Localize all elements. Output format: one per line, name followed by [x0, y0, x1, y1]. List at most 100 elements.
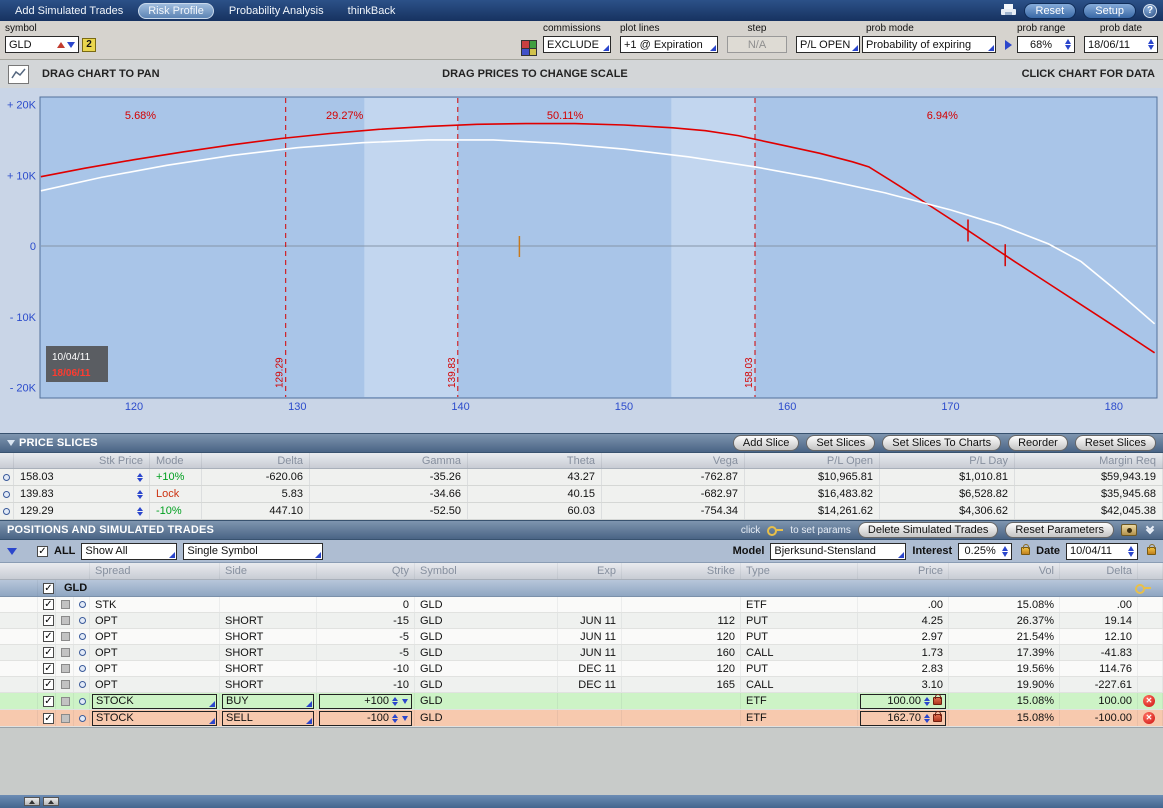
position-row[interactable]: ✓STK0GLDETF.0015.08%.00 [0, 597, 1163, 613]
collapse-positions-section-icon[interactable] [1144, 523, 1156, 537]
simulated-trade-row[interactable]: ✓STOCKBUY+100GLDETF100.0015.08%100.00✕ [0, 693, 1163, 710]
column-header-symbol[interactable]: Symbol [415, 563, 558, 579]
symbol-mode-dropdown[interactable]: Single Symbol [183, 543, 323, 560]
model-dropdown[interactable]: Bjerksund-Stensland [770, 543, 906, 560]
x-axis-label[interactable]: 180 [1105, 401, 1123, 413]
price-lock-icon[interactable] [933, 697, 942, 705]
collapse-positions-icon[interactable] [7, 548, 17, 555]
tab-probability-analysis[interactable]: Probability Analysis [220, 3, 333, 19]
slice-mode[interactable]: Lock [150, 486, 202, 502]
x-axis-label[interactable]: 170 [941, 401, 959, 413]
spinner-icon[interactable] [998, 546, 1008, 557]
price-spinner[interactable]: 100.00 [860, 694, 946, 709]
column-header-vol[interactable]: Vol [949, 563, 1060, 579]
qty-spinner[interactable]: +100 [319, 694, 412, 709]
y-axis-label[interactable]: + 20K [7, 100, 37, 112]
side-dropdown[interactable]: BUY [222, 694, 314, 709]
row-checkbox[interactable]: ✓ [43, 696, 54, 707]
spread-dropdown[interactable]: STOCK [92, 694, 217, 709]
spin-up-icon[interactable] [1002, 546, 1008, 551]
setup-button[interactable]: Setup [1083, 3, 1136, 19]
set-slices-button[interactable]: Set Slices [806, 435, 875, 451]
print-icon[interactable] [1000, 4, 1017, 17]
layout-grid-icon[interactable] [521, 40, 537, 56]
column-header-exp[interactable]: Exp [558, 563, 622, 579]
slice-mode[interactable]: +10% [150, 469, 202, 485]
slice-stk-price-spinner[interactable]: 139.83 [14, 486, 150, 502]
spin-down-icon[interactable] [392, 719, 398, 723]
spin-down-icon[interactable] [1065, 45, 1071, 50]
column-header-stk-price[interactable]: Stk Price [14, 453, 150, 468]
column-header-side[interactable]: Side [220, 563, 317, 579]
interest-spinner[interactable]: 0.25% [958, 543, 1012, 560]
column-header-p-l-day[interactable]: P/L Day [880, 453, 1015, 468]
spinner-icon[interactable] [924, 697, 930, 706]
spin-up-icon[interactable] [1148, 39, 1154, 44]
column-header-strike[interactable]: Strike [622, 563, 741, 579]
spin-down-icon[interactable] [392, 702, 398, 706]
row-checkbox[interactable]: ✓ [43, 679, 54, 690]
date-lock-icon[interactable] [1147, 547, 1156, 555]
column-header-theta[interactable]: Theta [468, 453, 602, 468]
risk-profile-chart[interactable]: 129.29139.83158.035.68%29.27%50.11%6.94%… [0, 88, 1163, 433]
row-checkbox[interactable]: ✓ [43, 599, 54, 610]
row-checkbox[interactable]: ✓ [43, 663, 54, 674]
spin-down-icon[interactable] [924, 702, 930, 706]
tab-add-simulated-trades[interactable]: Add Simulated Trades [6, 3, 132, 19]
model-date-spinner[interactable]: 10/04/11 [1066, 543, 1138, 560]
column-header-delta[interactable]: Delta [1060, 563, 1138, 579]
spin-down-icon[interactable] [137, 495, 143, 499]
y-axis-label[interactable]: - 10K [10, 312, 37, 324]
position-row[interactable]: ✓OPTSHORT-5GLDJUN 11160CALL1.7317.39%-41… [0, 645, 1163, 661]
expand-panel-icon[interactable] [1005, 40, 1012, 50]
symbol-updown-icon[interactable] [53, 42, 75, 48]
spin-up-icon[interactable] [1128, 546, 1134, 551]
symbol-up-icon[interactable] [57, 42, 65, 48]
spin-up-icon[interactable] [924, 714, 930, 718]
snapshot-icon[interactable] [1121, 524, 1137, 536]
position-row[interactable]: ✓OPTSHORT-5GLDJUN 11120PUT2.9721.54%12.1… [0, 629, 1163, 645]
spinner-icon[interactable] [1124, 546, 1134, 557]
delete-simulated-trades-button[interactable]: Delete Simulated Trades [858, 522, 998, 538]
spinner-icon[interactable] [392, 714, 398, 723]
column-header-type[interactable]: Type [741, 563, 858, 579]
pl-open-dropdown[interactable]: P/L OPEN [796, 36, 860, 53]
tab-thinkback[interactable]: thinkBack [339, 3, 405, 19]
column-header-price[interactable]: Price [858, 563, 949, 579]
row-checkbox[interactable]: ✓ [43, 713, 54, 724]
splitter-up-button[interactable] [24, 797, 40, 806]
qty-dropdown-icon[interactable] [402, 716, 408, 721]
symbol-dropdown[interactable]: GLD [5, 36, 79, 53]
reorder-button[interactable]: Reorder [1008, 435, 1068, 451]
spin-down-icon[interactable] [137, 512, 143, 516]
spin-up-icon[interactable] [137, 490, 143, 494]
splitter-up-button-2[interactable] [43, 797, 59, 806]
x-axis-label[interactable]: 140 [451, 401, 469, 413]
x-axis-label[interactable]: 160 [778, 401, 796, 413]
spin-up-icon[interactable] [392, 714, 398, 718]
delete-trade-icon[interactable]: ✕ [1143, 712, 1155, 724]
spinner-icon[interactable] [133, 490, 143, 499]
spin-up-icon[interactable] [137, 473, 143, 477]
help-icon[interactable]: ? [1143, 4, 1157, 18]
column-header-mode[interactable]: Mode [150, 453, 202, 468]
position-group-row[interactable]: ✓GLD [0, 580, 1163, 597]
column-header-p-l-open[interactable]: P/L Open [745, 453, 880, 468]
spin-up-icon[interactable] [924, 697, 930, 701]
group-set-params-icon[interactable] [1135, 583, 1151, 593]
slice-stk-price-spinner[interactable]: 129.29 [14, 503, 150, 519]
link-group-badge[interactable]: 2 [82, 38, 96, 52]
reset-parameters-button[interactable]: Reset Parameters [1005, 522, 1114, 538]
position-row[interactable]: ✓OPTSHORT-10GLDDEC 11165CALL3.1019.90%-2… [0, 677, 1163, 693]
row-checkbox[interactable]: ✓ [43, 647, 54, 658]
position-row[interactable]: ✓OPTSHORT-10GLDDEC 11120PUT2.8319.56%114… [0, 661, 1163, 677]
column-header-margin-req[interactable]: Margin Req [1015, 453, 1163, 468]
prob-range-spinner[interactable]: 68% [1017, 36, 1075, 53]
spinner-icon[interactable] [1144, 39, 1154, 50]
collapse-price-slices-icon[interactable] [7, 440, 15, 446]
interest-lock-icon[interactable] [1021, 547, 1030, 555]
x-axis-label[interactable]: 120 [125, 401, 143, 413]
position-row[interactable]: ✓OPTSHORT-15GLDJUN 11112PUT4.2526.37%19.… [0, 613, 1163, 629]
x-axis-label[interactable]: 150 [615, 401, 633, 413]
spin-down-icon[interactable] [924, 719, 930, 723]
